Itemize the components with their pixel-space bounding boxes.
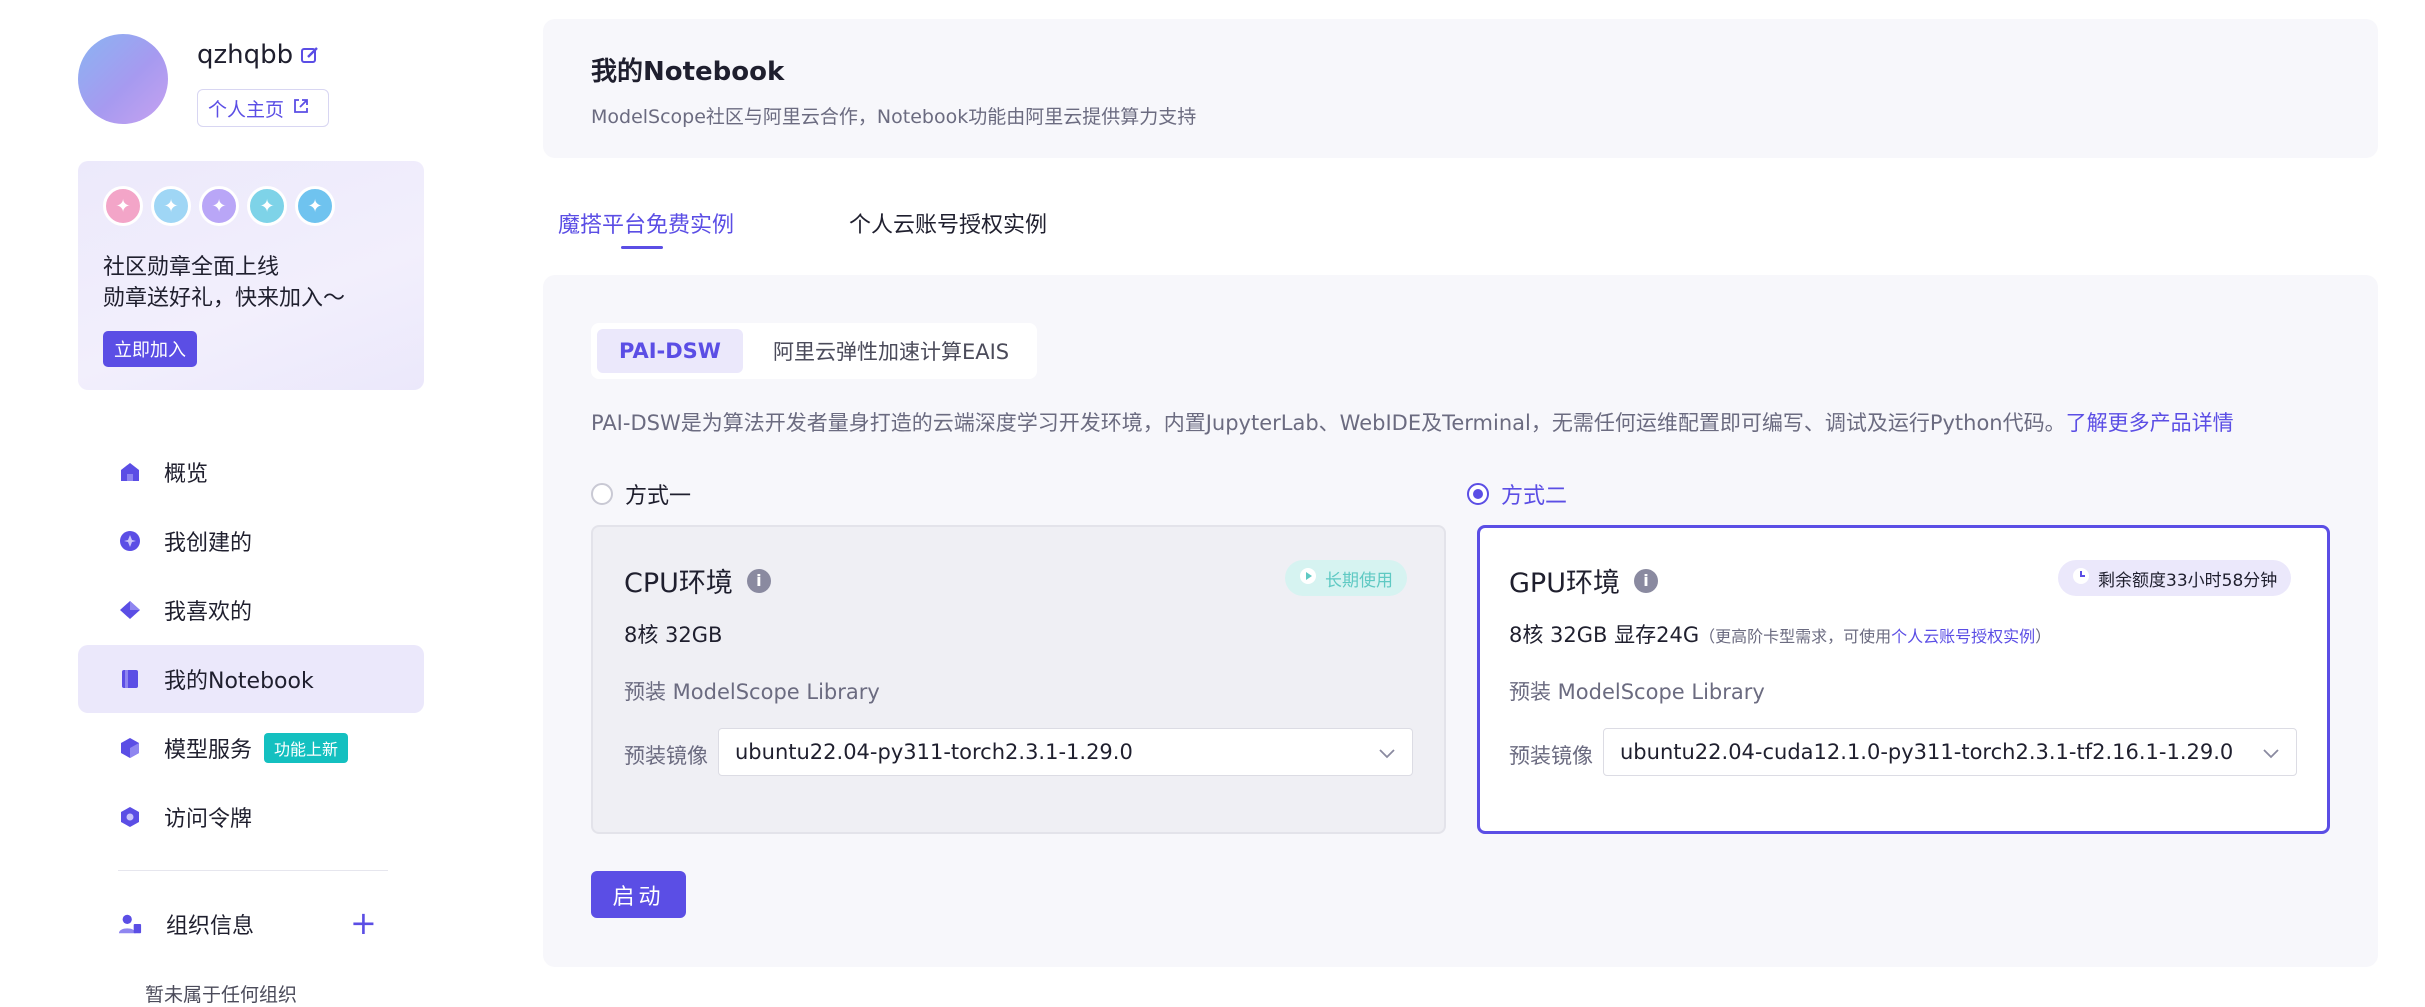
sidebar-item-my-created[interactable]: 我创建的 xyxy=(78,507,424,575)
medal-list: ✦ ✦ ✦ ✦ ✦ xyxy=(103,186,335,226)
gpu-image-value: ubuntu22.04-cuda12.1.0-py311-torch2.3.1-… xyxy=(1620,740,2234,764)
sidebar-item-my-liked[interactable]: 我喜欢的 xyxy=(78,576,424,644)
cpu-image-value: ubuntu22.04-py311-torch2.3.1-1.29.0 xyxy=(735,740,1133,764)
gpu-spec-note-suffix: ） xyxy=(2035,627,2052,646)
sidebar-item-label: 概览 xyxy=(164,462,209,487)
badge-promo-line1: 社区勋章全面上线 xyxy=(103,255,280,280)
personal-cloud-link[interactable]: 个人云账号授权实例 xyxy=(1891,627,2035,646)
homepage-button[interactable]: 个人主页 xyxy=(197,89,329,127)
gpu-spec: 8核 32GB 显存24G xyxy=(1509,623,1700,647)
new-feature-tag: 功能上新 xyxy=(264,733,349,763)
external-link-icon xyxy=(292,97,310,120)
create-icon xyxy=(118,529,142,553)
gpu-image-select[interactable]: ubuntu22.04-cuda12.1.0-py311-torch2.3.1-… xyxy=(1603,728,2297,776)
description-text: PAI-DSW是为算法开发者量身打造的云端深度学习开发环境，内置JupyterL… xyxy=(591,411,2066,435)
sidebar-item-my-notebook[interactable]: 我的Notebook xyxy=(78,645,424,713)
tab-free-instance[interactable]: 魔搭平台免费实例 xyxy=(558,207,734,239)
sidebar-item-access-token[interactable]: 访问令牌 xyxy=(78,783,424,851)
product-segmented-control: PAI-DSW 阿里云弹性加速计算EAIS xyxy=(591,323,1038,379)
gpu-spec-row: 8核 32GB 显存24G（更高阶卡型需求，可使用个人云账号授权实例） xyxy=(1509,619,2051,649)
gpu-spec-note-prefix: （更高阶卡型需求，可使用 xyxy=(1699,627,1892,646)
sidebar-item-model-service[interactable]: 模型服务 功能上新 xyxy=(78,714,424,782)
badge-promo-text: 社区勋章全面上线 勋章送好礼，快来加入～ xyxy=(103,252,345,314)
home-icon xyxy=(118,460,142,484)
add-org-icon[interactable]: + xyxy=(350,907,377,939)
cpu-image-select[interactable]: ubuntu22.04-py311-torch2.3.1-1.29.0 xyxy=(718,728,1413,776)
gpu-pill-text: 剩余额度33小时58分钟 xyxy=(2098,570,2278,591)
chevron-down-icon xyxy=(2262,740,2280,764)
medal-icon: ✦ xyxy=(151,186,191,226)
cpu-image-label: 预装镜像 xyxy=(624,744,708,768)
org-section-title: 组织信息 xyxy=(118,908,254,940)
sidebar-item-overview[interactable]: 概览 xyxy=(78,438,424,506)
gpu-env-title: GPU环境 i xyxy=(1509,561,1658,600)
username: qzhqbb xyxy=(197,40,294,70)
avatar[interactable] xyxy=(78,34,168,124)
cube-icon xyxy=(118,736,142,760)
page-title: 我的Notebook xyxy=(591,57,785,87)
medal-icon: ✦ xyxy=(103,186,143,226)
organization-icon xyxy=(118,912,142,936)
gpu-image-label: 预装镜像 xyxy=(1509,744,1593,768)
gpu-library: 预装 ModelScope Library xyxy=(1509,680,1765,704)
badge-promo-line2: 勋章送好礼，快来加入～ xyxy=(103,286,346,311)
chevron-down-icon xyxy=(1378,740,1396,764)
gpu-quota-pill: 剩余额度33小时58分钟 xyxy=(2058,560,2292,596)
homepage-label: 个人主页 xyxy=(208,98,285,121)
medal-icon: ✦ xyxy=(295,186,335,226)
cpu-library: 预装 ModelScope Library xyxy=(624,680,880,704)
edit-icon[interactable] xyxy=(300,45,320,65)
tab-personal-cloud-instance[interactable]: 个人云账号授权实例 xyxy=(849,207,1047,239)
option1-label: 方式一 xyxy=(625,484,692,509)
radio-unchecked-icon xyxy=(591,483,613,505)
sidebar-item-label: 我的Notebook xyxy=(164,669,314,694)
info-icon[interactable]: i xyxy=(746,568,771,593)
sidebar-item-label: 我喜欢的 xyxy=(164,600,253,625)
notebook-icon xyxy=(118,667,142,691)
sidebar-item-label: 访问令牌 xyxy=(164,807,253,832)
sidebar-divider xyxy=(118,870,388,871)
play-icon xyxy=(1299,567,1317,590)
info-icon[interactable]: i xyxy=(1633,568,1658,593)
page-header-card xyxy=(543,19,2378,158)
gpu-title-text: GPU环境 xyxy=(1509,568,1620,599)
cpu-pill-text: 长期使用 xyxy=(1325,570,1393,591)
clock-icon xyxy=(2072,567,2090,590)
segment-pai-dsw[interactable]: PAI-DSW xyxy=(597,329,743,373)
org-title-label: 组织信息 xyxy=(166,914,255,939)
start-button[interactable]: 启动 xyxy=(591,871,686,918)
cpu-env-title: CPU环境 i xyxy=(624,561,771,600)
shield-icon xyxy=(118,805,142,829)
radio-checked-icon xyxy=(1467,483,1489,505)
option1-radio[interactable]: 方式一 xyxy=(591,478,691,510)
cpu-usage-pill: 长期使用 xyxy=(1285,560,1407,596)
segment-eais[interactable]: 阿里云弹性加速计算EAIS xyxy=(751,329,1031,373)
sidebar-item-label: 我创建的 xyxy=(164,531,253,556)
medal-icon: ✦ xyxy=(247,186,287,226)
medal-icon: ✦ xyxy=(199,186,239,226)
option2-radio[interactable]: 方式二 xyxy=(1467,478,1567,510)
sidebar-item-label: 模型服务 xyxy=(164,738,253,763)
learn-more-link[interactable]: 了解更多产品详情 xyxy=(2066,411,2234,435)
cpu-title-text: CPU环境 xyxy=(624,568,733,599)
option2-label: 方式二 xyxy=(1501,484,1568,509)
active-tab-indicator xyxy=(621,246,663,249)
page-subtitle: ModelScope社区与阿里云合作，Notebook功能由阿里云提供算力支持 xyxy=(591,106,1197,128)
join-button[interactable]: 立即加入 xyxy=(103,331,197,367)
diamond-icon xyxy=(118,598,142,622)
product-description: PAI-DSW是为算法开发者量身打造的云端深度学习开发环境，内置JupyterL… xyxy=(591,407,2234,437)
cpu-spec: 8核 32GB xyxy=(624,623,723,647)
